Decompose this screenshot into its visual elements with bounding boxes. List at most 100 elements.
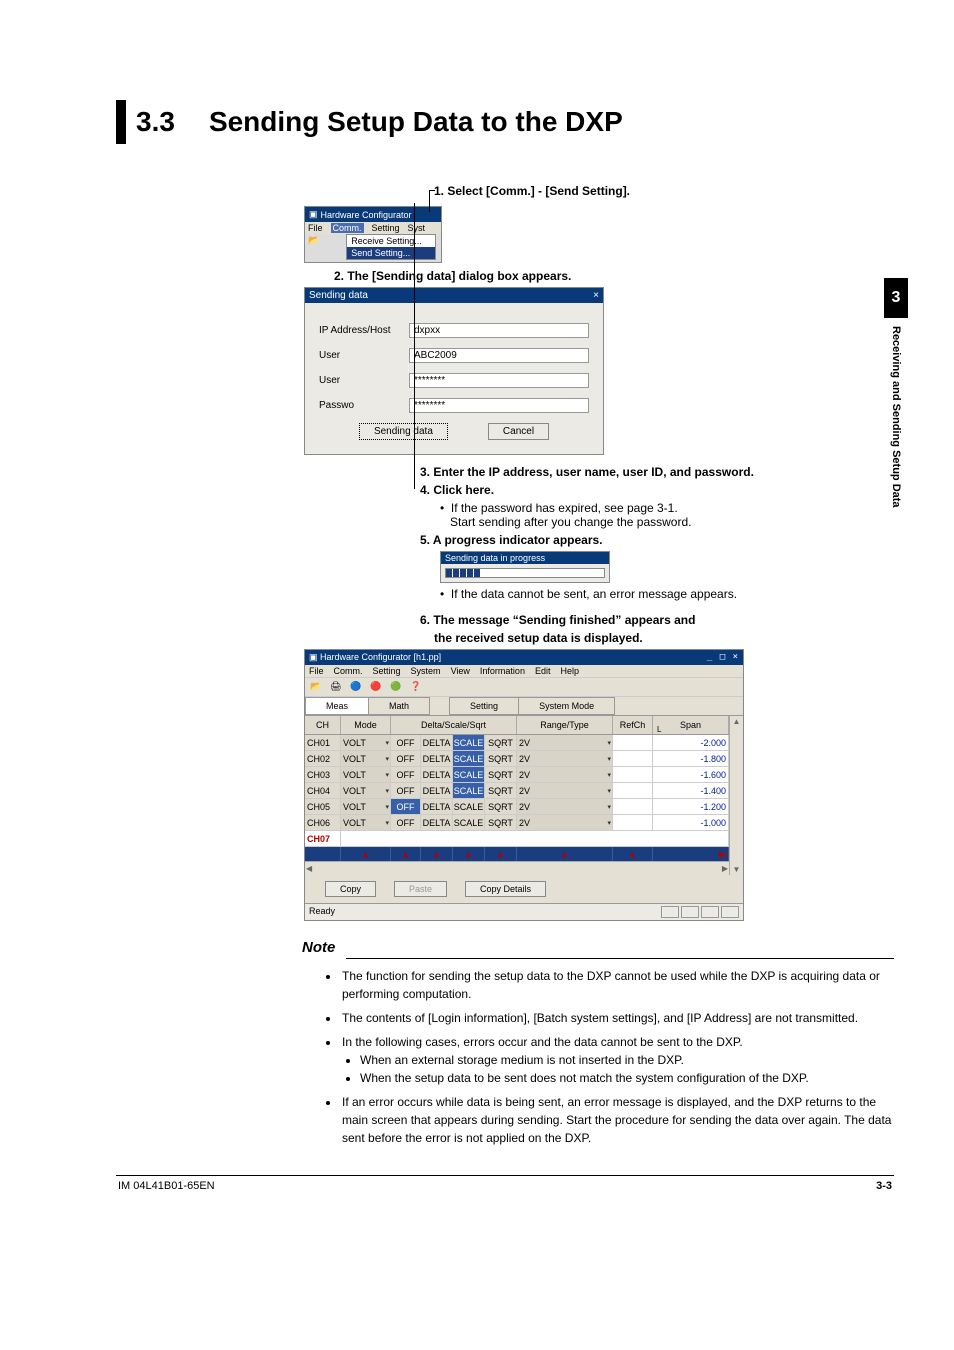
cell-mode[interactable]: VOLT bbox=[341, 815, 391, 830]
tab-meas[interactable]: Meas bbox=[305, 697, 369, 715]
cell-off[interactable]: OFF bbox=[391, 815, 421, 830]
cell-mode[interactable]: VOLT bbox=[341, 751, 391, 766]
cell-span[interactable]: -1.800 bbox=[653, 751, 729, 766]
open-icon[interactable]: 📂 bbox=[305, 234, 322, 262]
cell-sqrt[interactable]: SQRT bbox=[485, 783, 517, 798]
cell-off[interactable]: OFF bbox=[391, 783, 421, 798]
print-icon[interactable]: 🖨 bbox=[329, 680, 343, 694]
cell-off[interactable]: OFF bbox=[391, 767, 421, 782]
step-3: 3. Enter the IP address, user name, user… bbox=[420, 465, 894, 479]
open-icon[interactable]: 📂 bbox=[309, 680, 323, 694]
tab-setting[interactable]: Setting bbox=[449, 697, 519, 715]
menu-item-receive[interactable]: Receive Setting... bbox=[347, 235, 435, 247]
cell-delta[interactable]: DELTA bbox=[421, 799, 453, 814]
menu-setting[interactable]: Setting bbox=[373, 666, 401, 676]
cell-range[interactable]: 2V bbox=[517, 783, 613, 798]
cell-mode[interactable]: VOLT bbox=[341, 783, 391, 798]
cell-mode[interactable]: VOLT bbox=[341, 767, 391, 782]
cell-scale[interactable]: SCALE bbox=[453, 799, 485, 814]
userid-input[interactable]: ******** bbox=[409, 373, 589, 388]
cell-range[interactable]: 2V bbox=[517, 815, 613, 830]
step-4: 4. Click here. bbox=[420, 483, 894, 497]
cell-range[interactable]: 2V bbox=[517, 751, 613, 766]
ip-input[interactable]: dxpxx bbox=[409, 323, 589, 338]
copy-details-button[interactable]: Copy Details bbox=[465, 881, 546, 897]
h-scrollbar[interactable]: ◀▶ bbox=[305, 861, 729, 875]
cell-span[interactable]: -1.400 bbox=[653, 783, 729, 798]
cell-span[interactable]: -2.000 bbox=[653, 735, 729, 750]
cell-off[interactable]: OFF bbox=[391, 799, 421, 814]
cell-off[interactable]: OFF bbox=[391, 751, 421, 766]
progress-dialog: Sending data in progress bbox=[440, 551, 610, 583]
menu-information[interactable]: Information bbox=[480, 666, 525, 676]
cell-delta[interactable]: DELTA bbox=[421, 815, 453, 830]
cell-scale[interactable]: SCALE bbox=[453, 783, 485, 798]
userid-label: User bbox=[319, 375, 409, 386]
section-title: Sending Setup Data to the DXP bbox=[209, 106, 623, 138]
cell-range[interactable]: 2V bbox=[517, 735, 613, 750]
copy-button[interactable]: Copy bbox=[325, 881, 376, 897]
cell-delta[interactable]: DELTA bbox=[421, 735, 453, 750]
cell-mode[interactable]: VOLT bbox=[341, 799, 391, 814]
menu-setting[interactable]: Setting bbox=[372, 223, 400, 233]
cell-sqrt[interactable]: SQRT bbox=[485, 735, 517, 750]
menu-system[interactable]: System bbox=[411, 666, 441, 676]
progress-bar bbox=[445, 568, 605, 578]
tool-icon-1[interactable]: 🔵 bbox=[349, 680, 363, 694]
help-icon[interactable]: ❓ bbox=[409, 680, 423, 694]
note-list: The function for sending the setup data … bbox=[326, 967, 894, 1147]
cell-sqrt[interactable]: SQRT bbox=[485, 799, 517, 814]
menu-comm[interactable]: Comm. bbox=[334, 666, 363, 676]
tool-icon-3[interactable]: 🟢 bbox=[389, 680, 403, 694]
cell-span[interactable]: -1.200 bbox=[653, 799, 729, 814]
menu-view[interactable]: View bbox=[451, 666, 470, 676]
menu-help[interactable]: Help bbox=[560, 666, 579, 676]
cell-range[interactable]: 2V bbox=[517, 767, 613, 782]
col-dss: Delta/Scale/Sqrt bbox=[391, 716, 517, 734]
cell-mode[interactable]: VOLT bbox=[341, 735, 391, 750]
cell-scale[interactable]: SCALE bbox=[453, 767, 485, 782]
cell-refch bbox=[613, 735, 653, 750]
tab-math[interactable]: Math bbox=[368, 697, 430, 715]
cell-sqrt[interactable]: SQRT bbox=[485, 815, 517, 830]
menu-file[interactable]: File bbox=[308, 223, 323, 233]
cell-scale[interactable]: SCALE bbox=[453, 751, 485, 766]
menu-comm[interactable]: Comm. bbox=[331, 223, 364, 233]
cell-sqrt[interactable]: SQRT bbox=[485, 767, 517, 782]
cell-ch: CH06 bbox=[305, 815, 341, 830]
col-span: Span L bbox=[653, 716, 729, 734]
table-body: CH01VOLTOFFDELTASCALESQRT2V-2.000CH02VOL… bbox=[305, 735, 729, 847]
sending-data-button[interactable]: Sending data bbox=[359, 423, 448, 440]
paste-button[interactable]: Paste bbox=[394, 881, 447, 897]
password-input[interactable]: ******** bbox=[409, 398, 589, 413]
cell-scale[interactable]: SCALE bbox=[453, 815, 485, 830]
cell-range[interactable]: 2V bbox=[517, 799, 613, 814]
tool-icon-2[interactable]: 🔴 bbox=[369, 680, 383, 694]
menu-syst[interactable]: Syst bbox=[408, 223, 426, 233]
status-indicators bbox=[661, 906, 739, 918]
window-controls-icon[interactable]: _ □ × bbox=[707, 652, 739, 663]
menu-item-send[interactable]: Send Setting... bbox=[347, 247, 435, 259]
menu-edit[interactable]: Edit bbox=[535, 666, 551, 676]
cell-span[interactable]: -1.000 bbox=[653, 815, 729, 830]
cell-ch: CH01 bbox=[305, 735, 341, 750]
menu-screenshot: ▣ Hardware Configurator File Comm. Setti… bbox=[304, 206, 442, 263]
cell-ch: CH03 bbox=[305, 767, 341, 782]
cell-off[interactable]: OFF bbox=[391, 735, 421, 750]
tab-system-mode[interactable]: System Mode bbox=[518, 697, 615, 715]
cell-sqrt[interactable]: SQRT bbox=[485, 751, 517, 766]
step-4b: Start sending after you change the passw… bbox=[450, 515, 894, 529]
ip-label: IP Address/Host bbox=[319, 325, 409, 336]
cell-scale[interactable]: SCALE bbox=[453, 735, 485, 750]
cell-delta[interactable]: DELTA bbox=[421, 751, 453, 766]
close-icon[interactable]: × bbox=[593, 290, 599, 301]
menu-file[interactable]: File bbox=[309, 666, 324, 676]
cancel-button[interactable]: Cancel bbox=[488, 423, 549, 440]
step-4a: • If the password has expired, see page … bbox=[440, 501, 894, 515]
cell-delta[interactable]: DELTA bbox=[421, 767, 453, 782]
page-number: 3-3 bbox=[876, 1180, 892, 1192]
user-input[interactable]: ABC2009 bbox=[409, 348, 589, 363]
v-scrollbar[interactable]: ▲▼ bbox=[729, 716, 743, 875]
cell-span[interactable]: -1.600 bbox=[653, 767, 729, 782]
cell-delta[interactable]: DELTA bbox=[421, 783, 453, 798]
